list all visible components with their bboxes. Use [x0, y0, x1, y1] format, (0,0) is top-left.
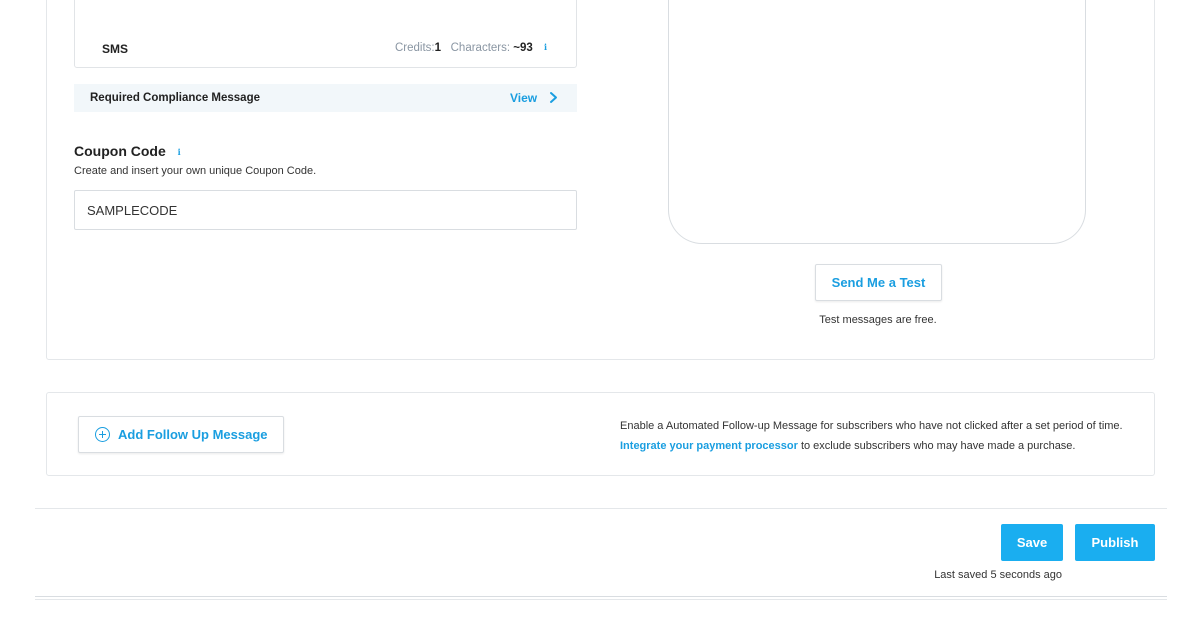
follow-up-text-before: Enable a Automated Follow-up Message for…: [620, 420, 1123, 432]
credits-label: Credits:: [395, 42, 435, 54]
phone-preview: [668, 0, 1086, 244]
credits-value: 1: [434, 42, 442, 54]
chevron-right-icon[interactable]: [547, 91, 560, 104]
sms-meta: Credits:1 Characters: ~93 i: [395, 42, 551, 54]
info-icon[interactable]: i: [174, 147, 185, 158]
plus-circle-icon: [95, 427, 110, 442]
compliance-view-link[interactable]: View: [510, 91, 537, 105]
follow-up-description: Enable a Automated Follow-up Message for…: [620, 416, 1130, 456]
add-follow-up-label: Add Follow Up Message: [118, 427, 268, 442]
compliance-label: Required Compliance Message: [90, 92, 260, 104]
publish-button[interactable]: Publish: [1075, 524, 1155, 561]
info-icon[interactable]: i: [540, 42, 551, 53]
send-me-a-test-button[interactable]: Send Me a Test: [815, 264, 942, 301]
characters-value: ~93: [513, 42, 533, 54]
bottom-divider: [35, 599, 1167, 600]
coupon-code-input[interactable]: [74, 190, 577, 230]
coupon-code-heading: Coupon Code: [74, 143, 166, 159]
sms-label: SMS: [102, 42, 129, 56]
integrate-payment-processor-link[interactable]: Integrate your payment processor: [620, 440, 798, 452]
sms-message-box[interactable]: [74, 0, 577, 68]
bottom-divider: [35, 596, 1167, 597]
footer-divider: [35, 508, 1167, 509]
characters-label: Characters:: [450, 42, 511, 54]
last-saved-status: Last saved 5 seconds ago: [934, 569, 1062, 581]
follow-up-text-after: to exclude subscribers who may have made…: [800, 440, 1076, 452]
add-follow-up-message-button[interactable]: Add Follow Up Message: [78, 416, 284, 453]
save-button[interactable]: Save: [1001, 524, 1063, 561]
test-messages-note: Test messages are free.: [819, 314, 937, 326]
coupon-code-title: Coupon Code i: [74, 143, 185, 159]
coupon-code-description: Create and insert your own unique Coupon…: [74, 165, 317, 177]
